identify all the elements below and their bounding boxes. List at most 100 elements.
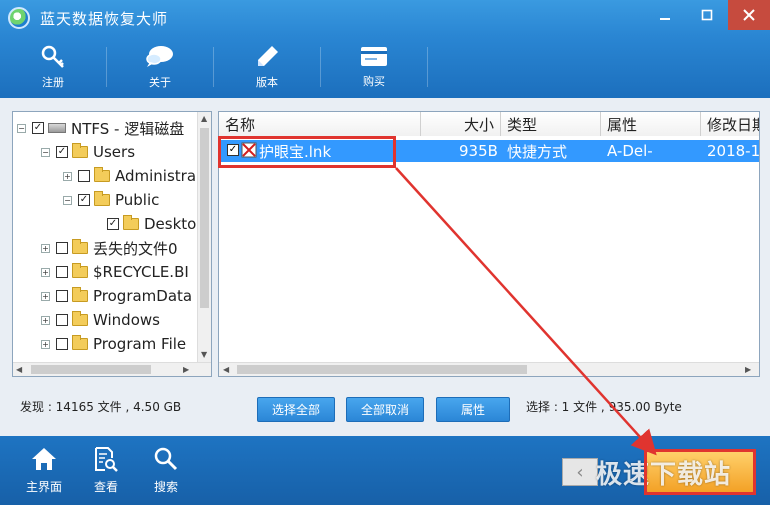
tree-item[interactable]: + ProgramData bbox=[41, 284, 192, 308]
register-button[interactable]: 注册 bbox=[0, 36, 106, 98]
collapse-icon[interactable]: − bbox=[17, 123, 26, 133]
folder-icon bbox=[72, 143, 88, 158]
expand-icon[interactable]: + bbox=[41, 243, 50, 253]
tree-item[interactable]: − ✓ Users bbox=[41, 140, 135, 164]
pen-icon bbox=[258, 46, 278, 66]
toolbar-divider bbox=[427, 47, 428, 87]
scroll-thumb[interactable] bbox=[200, 128, 209, 308]
tree-checkbox[interactable] bbox=[78, 170, 90, 182]
scroll-up-icon[interactable]: ▲ bbox=[201, 114, 207, 123]
search-button[interactable]: 搜索 bbox=[153, 446, 179, 495]
tree-item[interactable]: + Windows bbox=[41, 308, 160, 332]
tree-item[interactable]: + Program File bbox=[41, 332, 186, 356]
scroll-right-icon[interactable]: ▶ bbox=[745, 365, 751, 374]
tree-checkbox[interactable]: ✓ bbox=[32, 122, 44, 134]
disk-icon bbox=[48, 123, 66, 133]
tree-item-label: 丢失的文件0 bbox=[93, 239, 178, 258]
version-button[interactable]: 版本 bbox=[214, 36, 320, 98]
tree-checkbox[interactable] bbox=[56, 314, 68, 326]
scroll-thumb[interactable] bbox=[237, 365, 527, 374]
home-icon bbox=[32, 448, 56, 470]
found-status: 发现 : 14165 文件 , 4.50 GB bbox=[20, 400, 182, 414]
window-controls bbox=[644, 0, 770, 30]
home-label: 主界面 bbox=[26, 480, 63, 494]
view-button[interactable]: 查看 bbox=[93, 446, 119, 495]
tree-item-label: NTFS - 逻辑磁盘 bbox=[71, 119, 185, 138]
version-label: 版本 bbox=[256, 76, 278, 89]
tree-item[interactable]: − ✓ NTFS - 逻辑磁盘 bbox=[17, 116, 184, 140]
tree-checkbox[interactable]: ✓ bbox=[56, 146, 68, 158]
tree-horizontal-scrollbar[interactable]: ◀ ▶ bbox=[13, 362, 211, 376]
close-button[interactable] bbox=[728, 0, 770, 30]
tree-checkbox[interactable] bbox=[56, 266, 68, 278]
folder-icon bbox=[94, 191, 110, 206]
register-label: 注册 bbox=[42, 76, 64, 89]
next-button-highlight-box bbox=[644, 449, 756, 495]
file-highlight-box bbox=[218, 136, 396, 168]
tree-checkbox[interactable]: ✓ bbox=[78, 194, 90, 206]
app-logo-icon bbox=[8, 7, 30, 29]
scroll-down-icon[interactable]: ▼ bbox=[201, 350, 207, 359]
tree-item-label: Users bbox=[93, 143, 136, 161]
about-button[interactable]: 关于 bbox=[107, 36, 213, 98]
tree-item[interactable]: + 丢失的文件0 bbox=[41, 236, 178, 260]
tree-item-label: Deskto bbox=[144, 215, 197, 233]
column-header-type[interactable]: 类型 bbox=[501, 112, 601, 136]
close-icon bbox=[743, 9, 755, 21]
file-type: 快捷方式 bbox=[507, 142, 568, 161]
collapse-icon[interactable]: − bbox=[63, 195, 72, 205]
scroll-thumb[interactable] bbox=[31, 365, 151, 374]
collapse-icon[interactable]: − bbox=[41, 147, 50, 157]
key-icon bbox=[41, 45, 64, 68]
home-button[interactable]: 主界面 bbox=[26, 446, 62, 495]
back-button[interactable]: ‹ bbox=[562, 458, 598, 486]
magnifier-icon bbox=[154, 447, 178, 471]
expand-icon[interactable]: + bbox=[63, 171, 72, 181]
maximize-icon bbox=[701, 9, 713, 21]
scroll-left-icon[interactable]: ◀ bbox=[223, 365, 229, 374]
column-header-name[interactable]: 名称 bbox=[219, 112, 421, 136]
tree-item[interactable]: ✓ Deskto bbox=[107, 212, 196, 236]
folder-icon bbox=[72, 311, 88, 326]
tree-item-label: Public bbox=[115, 191, 160, 209]
folder-icon bbox=[72, 239, 88, 254]
scroll-right-icon[interactable]: ▶ bbox=[183, 365, 189, 374]
view-label: 查看 bbox=[93, 480, 118, 494]
tree-checkbox[interactable] bbox=[56, 290, 68, 302]
search-label: 搜索 bbox=[153, 480, 178, 494]
maximize-button[interactable] bbox=[686, 0, 728, 30]
expand-icon[interactable]: + bbox=[41, 291, 50, 301]
tree-vertical-scrollbar[interactable]: ▲ ▼ bbox=[197, 112, 211, 362]
scroll-left-icon[interactable]: ◀ bbox=[16, 365, 22, 374]
minimize-button[interactable] bbox=[644, 0, 686, 30]
tree-checkbox[interactable] bbox=[56, 242, 68, 254]
deselect-all-button[interactable]: 全部取消 bbox=[346, 397, 424, 422]
expand-icon[interactable]: + bbox=[41, 267, 50, 277]
minimize-icon bbox=[660, 18, 670, 20]
card-icon bbox=[361, 47, 387, 66]
buy-button[interactable]: 购买 bbox=[321, 36, 427, 98]
column-header-date[interactable]: 修改日期 bbox=[701, 112, 759, 136]
chat-bubble-icon bbox=[146, 46, 173, 67]
folder-tree[interactable]: − ✓ NTFS - 逻辑磁盘 − ✓ Users + Administra −… bbox=[12, 111, 212, 377]
select-all-button[interactable]: 选择全部 bbox=[257, 397, 335, 422]
file-modified-date: 2018-1 bbox=[707, 142, 760, 160]
tree-checkbox[interactable] bbox=[56, 338, 68, 350]
tree-item[interactable]: − ✓ Public bbox=[63, 188, 159, 212]
expand-icon[interactable]: + bbox=[41, 339, 50, 349]
folder-icon bbox=[123, 215, 139, 230]
folder-icon bbox=[72, 263, 88, 278]
document-search-icon bbox=[95, 447, 118, 472]
properties-button[interactable]: 属性 bbox=[436, 397, 510, 422]
column-header-size[interactable]: 大小 bbox=[421, 112, 501, 136]
column-header-attr[interactable]: 属性 bbox=[601, 112, 701, 136]
list-horizontal-scrollbar[interactable]: ◀ ▶ bbox=[219, 362, 759, 376]
tree-item[interactable]: + Administra bbox=[63, 164, 196, 188]
folder-icon bbox=[72, 335, 88, 350]
expand-icon[interactable]: + bbox=[41, 315, 50, 325]
list-header: 名称 大小 类型 属性 修改日期 bbox=[219, 112, 759, 136]
tree-checkbox[interactable]: ✓ bbox=[107, 218, 119, 230]
tree-item[interactable]: + $RECYCLE.BI bbox=[41, 260, 189, 284]
tree-item-label: Windows bbox=[93, 311, 160, 329]
file-attributes: A-Del- bbox=[607, 142, 653, 160]
